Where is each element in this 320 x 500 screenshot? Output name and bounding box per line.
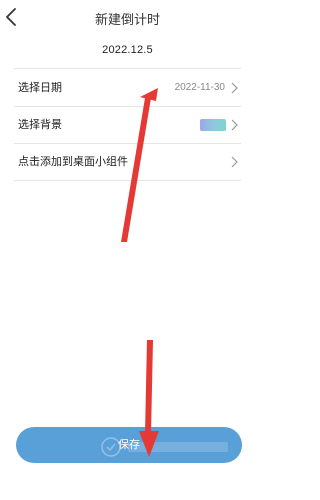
select-date-label: 选择日期 xyxy=(18,82,62,94)
select-date-row[interactable]: 选择日期 2022-11-30 xyxy=(14,70,241,107)
selected-date-value: 2022-11-30 xyxy=(174,82,225,93)
countdown-name-value: 2022.12.5 xyxy=(102,44,153,56)
background-swatch xyxy=(200,119,226,131)
chevron-right-icon xyxy=(231,156,238,168)
add-to-desktop-widget-label: 点击添加到桌面小组件 xyxy=(18,156,128,168)
page-title: 新建倒计时 xyxy=(94,12,160,27)
chevron-right-icon xyxy=(231,82,238,94)
chevron-right-icon xyxy=(231,119,238,131)
add-to-desktop-widget-row[interactable]: 点击添加到桌面小组件 xyxy=(14,144,241,181)
select-background-label: 选择背景 xyxy=(18,119,62,131)
select-background-row[interactable]: 选择背景 xyxy=(14,107,241,144)
watermark-logo xyxy=(101,437,228,457)
countdown-name-field[interactable]: 2022.12.5 xyxy=(14,36,241,69)
header: 新建倒计时 xyxy=(0,0,255,36)
